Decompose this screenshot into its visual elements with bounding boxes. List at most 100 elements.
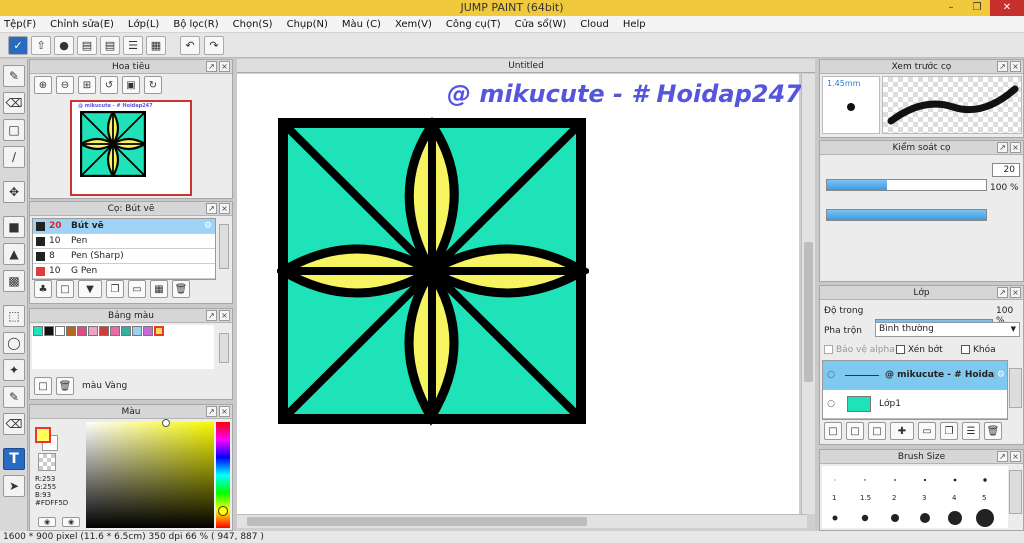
palette-swatch[interactable]	[132, 326, 142, 336]
menu-layer[interactable]: Lớp(L)	[128, 19, 159, 30]
menu-cloud[interactable]: Cloud	[580, 19, 609, 30]
move-tool-icon[interactable]: ✥	[3, 181, 25, 203]
menu-tools[interactable]: Công cụ(T)	[446, 19, 501, 30]
grid-icon[interactable]: ▦	[150, 280, 168, 298]
menu-color[interactable]: Màu (C)	[342, 19, 381, 30]
palette-swatch[interactable]	[66, 326, 76, 336]
select-rect-tool-icon[interactable]: ⬚	[3, 305, 25, 327]
document-tab[interactable]: Untitled	[237, 59, 815, 73]
vertical-scroll-thumb[interactable]	[804, 242, 813, 382]
popout-icon[interactable]: ↗	[997, 451, 1008, 462]
eye-icon[interactable]: ○	[823, 370, 839, 380]
layer-list-scrollbar[interactable]	[1009, 368, 1022, 408]
brush-size-scrollbar[interactable]	[1009, 470, 1022, 514]
zoom-out-icon[interactable]: ⊖	[56, 76, 74, 94]
popout-icon[interactable]: ↗	[997, 61, 1008, 72]
popout-icon[interactable]: ↗	[206, 406, 217, 417]
blend-mode-select[interactable]: Bình thường ▼	[875, 322, 1020, 337]
palette-swatch[interactable]	[121, 326, 131, 336]
panel-close-icon[interactable]: ×	[1010, 61, 1021, 72]
new-layer-icon[interactable]: □	[824, 422, 842, 440]
palette-swatch[interactable]	[110, 326, 120, 336]
navigator-thumbnail[interactable]: @ mikucute - # Hoidap247	[70, 100, 192, 196]
menu-help[interactable]: Help	[623, 19, 646, 30]
horizontal-scroll-thumb[interactable]	[247, 517, 587, 526]
comment-icon[interactable]: ●	[54, 36, 74, 55]
brush-size-slider[interactable]	[826, 179, 987, 191]
new-text-layer-icon[interactable]: □	[868, 422, 886, 440]
document-icon[interactable]: ▤	[100, 36, 120, 55]
lasso-tool-icon[interactable]: ◯	[3, 332, 25, 354]
foreground-color-swatch[interactable]	[35, 427, 51, 443]
color-mode-icon[interactable]: ◉	[38, 517, 56, 527]
zoom-in-icon[interactable]: ⊕	[34, 76, 52, 94]
line-tool-icon[interactable]: ∕	[3, 146, 25, 168]
saturation-value-picker[interactable]	[86, 419, 214, 528]
gear-icon[interactable]: ⚙	[997, 370, 1005, 380]
list-icon[interactable]: ☰	[123, 36, 143, 55]
picker-handle[interactable]	[162, 419, 170, 427]
panel-close-icon[interactable]: ×	[219, 310, 230, 321]
undo-icon[interactable]: ↶	[180, 36, 200, 55]
lock-checkbox[interactable]: Khóa	[961, 345, 996, 355]
menu-window[interactable]: Cửa sổ(W)	[515, 19, 567, 30]
select-pen-tool-icon[interactable]: ✎	[3, 386, 25, 408]
eyedropper-tool-icon[interactable]: ➤	[3, 475, 25, 497]
message-icon[interactable]: ▤	[77, 36, 97, 55]
layer-row[interactable]: ○ @ mikucute - # Hoidap247 ⚙	[823, 361, 1007, 390]
popout-icon[interactable]: ↗	[997, 287, 1008, 298]
menu-view[interactable]: Xem(V)	[395, 19, 432, 30]
bucket-tool-icon[interactable]: ▲	[3, 243, 25, 265]
clip-checkbox[interactable]: Xén bớt	[896, 345, 943, 355]
add-layer-menu-icon[interactable]: ✚	[890, 422, 914, 440]
palette-swatch[interactable]	[33, 326, 43, 336]
menu-edit[interactable]: Chỉnh sửa(E)	[50, 19, 114, 30]
duplicate-layer-icon[interactable]: ❐	[940, 422, 958, 440]
fill-shape-tool-icon[interactable]: ■	[3, 216, 25, 238]
protect-alpha-checkbox[interactable]: Bảo vệ alpha	[824, 345, 895, 355]
redo-icon[interactable]: ↷	[204, 36, 224, 55]
popout-icon[interactable]: ↗	[997, 142, 1008, 153]
merge-layer-icon[interactable]: ☰	[962, 422, 980, 440]
maximize-icon[interactable]: ❐	[964, 0, 990, 16]
palette-swatch[interactable]	[77, 326, 87, 336]
brush-item-1[interactable]: 10 Pen	[33, 234, 215, 249]
canvas-vertical-scrollbar[interactable]	[801, 74, 815, 514]
eye-icon[interactable]: ○	[823, 399, 839, 409]
brush-item-0[interactable]: 20 Bút vẽ ⚙	[33, 219, 215, 234]
trash-icon[interactable]: 🗑	[172, 280, 190, 298]
trash-icon[interactable]: 🗑	[56, 377, 74, 395]
menu-select[interactable]: Chọn(S)	[233, 19, 273, 30]
popout-icon[interactable]: ↗	[206, 310, 217, 321]
palette-swatch[interactable]	[55, 326, 65, 336]
hue-handle[interactable]	[218, 506, 228, 516]
panel-close-icon[interactable]: ×	[219, 203, 230, 214]
select-eraser-tool-icon[interactable]: ⌫	[3, 413, 25, 435]
menu-filter[interactable]: Bộ lọc(R)	[173, 19, 218, 30]
palette-swatch[interactable]	[99, 326, 109, 336]
menu-file[interactable]: Tệp(F)	[4, 19, 36, 30]
drawing-canvas[interactable]: @ mikucute - # Hoidap247	[237, 74, 802, 514]
text-tool-icon[interactable]: T	[3, 448, 25, 470]
palette-swatch[interactable]	[44, 326, 54, 336]
share-icon[interactable]: ⇧	[31, 36, 51, 55]
trash-icon[interactable]: 🗑	[984, 422, 1002, 440]
panel-close-icon[interactable]: ×	[219, 61, 230, 72]
panel-close-icon[interactable]: ×	[1010, 287, 1021, 298]
menu-capture[interactable]: Chụp(N)	[287, 19, 328, 30]
close-icon[interactable]: ✕	[990, 0, 1024, 16]
layer-row[interactable]: ○ Lớp1	[823, 390, 1007, 419]
zoom-fit-icon[interactable]: ⊞	[78, 76, 96, 94]
copy-brush-icon[interactable]: ❐	[106, 280, 124, 298]
brush-item-2[interactable]: 8 Pen (Sharp)	[33, 249, 215, 264]
gear-icon[interactable]: ⚙	[204, 221, 212, 231]
popout-icon[interactable]: ↗	[206, 203, 217, 214]
palette-swatch[interactable]	[143, 326, 153, 336]
brush-size-input[interactable]: 20	[992, 163, 1020, 177]
grid-icon[interactable]: ▦	[146, 36, 166, 55]
popout-icon[interactable]: ↗	[206, 61, 217, 72]
rotate-right-icon[interactable]: ↻	[144, 76, 162, 94]
panel-close-icon[interactable]: ×	[1010, 451, 1021, 462]
brush-menu-icon[interactable]: ▼	[78, 280, 102, 298]
rectangle-tool-icon[interactable]: □	[3, 119, 25, 141]
